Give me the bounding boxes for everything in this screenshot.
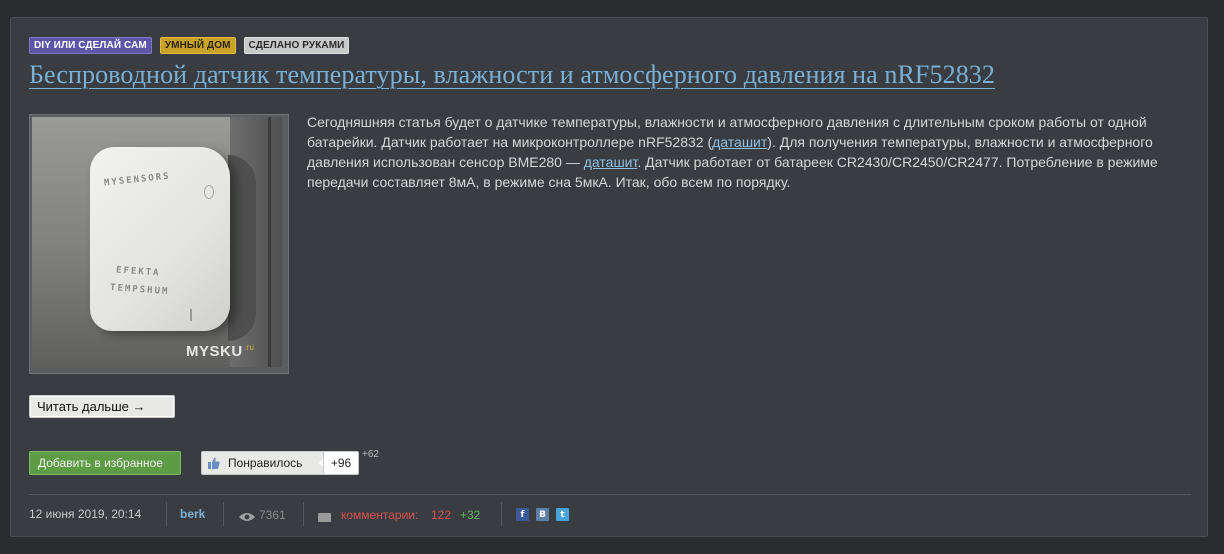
watermark-text: MYSKU	[186, 343, 243, 360]
comment-icon	[318, 513, 331, 522]
view-count: 7361	[259, 508, 286, 522]
eye-icon	[239, 513, 255, 521]
like-count: +96	[323, 451, 359, 475]
device-label-top: MYSENSORS	[103, 171, 172, 189]
post-card: DIY или Сделай Сам Умный дом Сделано рук…	[10, 17, 1208, 537]
twitter-icon[interactable]: t	[556, 508, 569, 521]
meta-separator	[166, 502, 167, 526]
device-label-mid: EFEKTA	[115, 265, 161, 279]
meta-separator	[223, 502, 224, 526]
thumbnail-image: MYSENSORS EFEKTA TEMPSHUM MYSKU.ru	[32, 117, 282, 367]
image-wall-groove	[268, 117, 271, 367]
like-label: Понравилось	[228, 456, 303, 470]
comments-new-count[interactable]: +32	[460, 507, 480, 523]
add-to-favorites-button[interactable]: Добавить в избранное	[29, 451, 181, 475]
comments-link[interactable]: комментарии:	[341, 507, 418, 523]
datasheet-link-bme280[interactable]: даташит	[584, 154, 638, 170]
meta-separator	[303, 502, 304, 526]
meta-separator	[501, 502, 502, 526]
tag-diy[interactable]: DIY или Сделай Сам	[29, 37, 152, 54]
device-label-bottom: TEMPSHUM	[109, 282, 170, 298]
comments-count[interactable]: 122	[431, 507, 451, 523]
footer-divider	[29, 494, 1191, 495]
watermark-suffix: .ru	[243, 343, 255, 352]
like-button[interactable]: Понравилось	[201, 451, 325, 475]
facebook-icon[interactable]: f	[516, 508, 529, 521]
vk-icon[interactable]: B	[536, 508, 549, 521]
tag-smart-home[interactable]: Умный дом	[159, 37, 236, 54]
device-button	[204, 185, 214, 199]
post-author[interactable]: berk	[180, 506, 205, 522]
thumbs-up-icon	[208, 457, 220, 469]
read-more-button[interactable]: Читать дальше →	[29, 395, 175, 418]
post-date: 12 июня 2019, 20:14	[29, 507, 142, 521]
device-slot	[190, 309, 192, 321]
tag-handmade[interactable]: Сделано руками	[243, 37, 350, 54]
sensor-device-image: MYSENSORS EFEKTA TEMPSHUM	[90, 147, 230, 331]
like-extra-count: +62	[362, 449, 379, 460]
image-watermark: MYSKU.ru	[186, 343, 255, 360]
post-description: Сегодняшняя статья будет о датчике темпе…	[307, 112, 1187, 192]
post-title[interactable]: Беспроводной датчик температуры, влажнос…	[29, 60, 995, 90]
datasheet-link-nrf52832[interactable]: даташит	[712, 134, 767, 150]
post-thumbnail[interactable]: MYSENSORS EFEKTA TEMPSHUM MYSKU.ru	[29, 114, 289, 374]
tag-list: DIY или Сделай Сам Умный дом Сделано рук…	[29, 37, 350, 54]
image-shadow	[228, 155, 256, 341]
